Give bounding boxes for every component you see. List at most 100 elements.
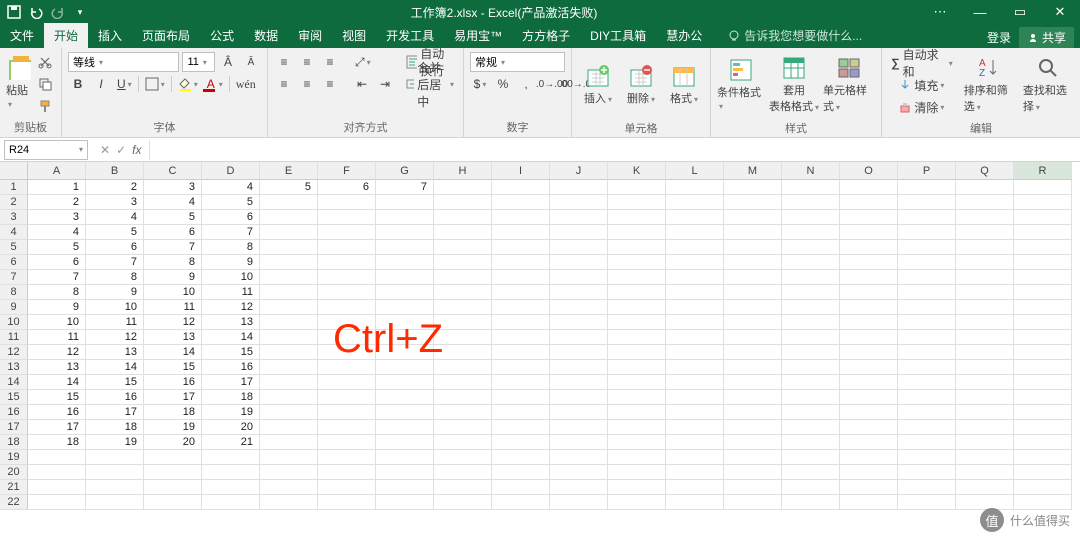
cell[interactable] [376,210,434,225]
cell[interactable]: 5 [144,210,202,225]
cell[interactable] [956,210,1014,225]
cell[interactable]: 1 [28,180,86,195]
cell[interactable] [840,330,898,345]
merge-center-button[interactable]: 合并后居中 [403,74,457,94]
cell[interactable] [898,435,956,450]
cell[interactable] [492,225,550,240]
cell[interactable] [666,375,724,390]
cell[interactable]: 20 [202,420,260,435]
cell[interactable] [434,330,492,345]
col-head-B[interactable]: B [86,162,144,180]
cell[interactable] [666,360,724,375]
cell[interactable] [608,390,666,405]
underline-button[interactable]: U [114,74,135,94]
cancel-formula-icon[interactable]: ✕ [100,143,110,157]
cell[interactable] [144,495,202,510]
cell[interactable] [840,195,898,210]
cell[interactable] [318,495,376,510]
bold-button[interactable]: B [68,74,88,94]
increase-font-button[interactable]: Â [218,52,238,72]
cell[interactable] [956,255,1014,270]
cell[interactable] [202,480,260,495]
font-color-button[interactable]: A [204,74,226,94]
cell[interactable] [260,360,318,375]
copy-button[interactable] [35,74,55,94]
cell[interactable]: 2 [28,195,86,210]
cell[interactable] [608,285,666,300]
cell[interactable] [782,330,840,345]
clear-button[interactable]: 清除 [888,97,956,117]
cell[interactable] [492,195,550,210]
cell[interactable] [898,255,956,270]
cell[interactable] [724,435,782,450]
tab-6[interactable]: 审阅 [288,23,332,48]
cell[interactable] [956,225,1014,240]
cell[interactable] [666,405,724,420]
cell[interactable] [666,435,724,450]
cell[interactable] [318,300,376,315]
minimize-button[interactable]: — [960,0,1000,24]
row-head-14[interactable]: 14 [0,375,28,390]
cell[interactable] [782,210,840,225]
cell[interactable] [1014,435,1072,450]
row-head-2[interactable]: 2 [0,195,28,210]
cell[interactable]: 11 [202,285,260,300]
cell[interactable] [956,480,1014,495]
cell[interactable] [434,420,492,435]
cell[interactable] [666,270,724,285]
cell[interactable]: 15 [202,345,260,360]
cell[interactable] [782,315,840,330]
cell[interactable] [608,255,666,270]
cell[interactable] [260,210,318,225]
cell[interactable] [782,450,840,465]
cell[interactable] [550,255,608,270]
cell[interactable] [260,480,318,495]
cell[interactable] [898,195,956,210]
cell[interactable] [492,405,550,420]
cell[interactable] [608,240,666,255]
cell[interactable]: 11 [144,300,202,315]
sort-filter-button[interactable]: AZ排序和筛选 [964,52,1015,118]
cell[interactable]: 20 [144,435,202,450]
cell[interactable]: 17 [202,375,260,390]
col-head-O[interactable]: O [840,162,898,180]
cell[interactable] [956,345,1014,360]
cell[interactable] [1014,225,1072,240]
cell[interactable] [1014,300,1072,315]
cell[interactable] [376,375,434,390]
cell[interactable] [550,330,608,345]
cell[interactable] [318,195,376,210]
cell[interactable] [260,330,318,345]
cell[interactable] [376,405,434,420]
cell[interactable] [898,180,956,195]
cell[interactable] [318,390,376,405]
col-head-C[interactable]: C [144,162,202,180]
cell[interactable] [782,480,840,495]
cell[interactable] [376,495,434,510]
cell[interactable] [956,375,1014,390]
cell[interactable] [376,240,434,255]
cell[interactable] [434,180,492,195]
cell[interactable] [724,495,782,510]
cell[interactable] [724,180,782,195]
row-head-13[interactable]: 13 [0,360,28,375]
cell[interactable] [434,405,492,420]
format-painter-button[interactable] [35,96,55,116]
cell[interactable] [260,405,318,420]
cell[interactable] [260,300,318,315]
font-name-combo[interactable]: 等线 [68,52,179,72]
cell[interactable] [434,480,492,495]
cell[interactable] [666,180,724,195]
find-select-button[interactable]: 查找和选择 [1023,52,1074,118]
col-head-H[interactable]: H [434,162,492,180]
cell[interactable] [318,465,376,480]
cell[interactable]: 17 [28,420,86,435]
cell[interactable] [782,225,840,240]
cell[interactable]: 13 [202,315,260,330]
cell[interactable]: 10 [86,300,144,315]
cell[interactable] [376,315,434,330]
row-head-9[interactable]: 9 [0,300,28,315]
cell[interactable] [318,345,376,360]
cell[interactable] [956,450,1014,465]
cell[interactable] [492,360,550,375]
